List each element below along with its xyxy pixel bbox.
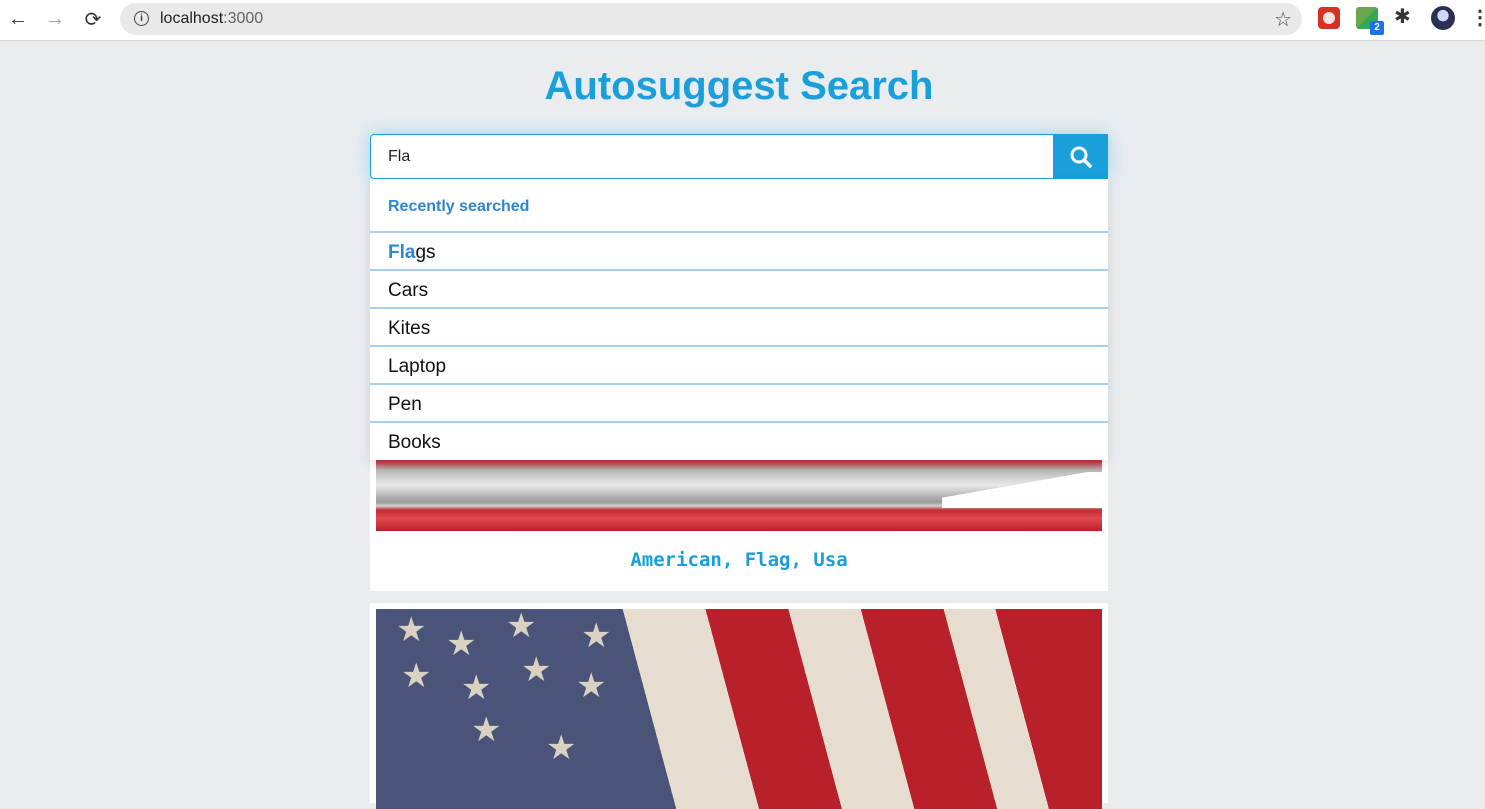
flag-star-icon: ★ <box>521 651 552 689</box>
suggestion-item[interactable]: Books <box>370 423 1108 460</box>
flag-star-icon: ★ <box>446 625 477 663</box>
suggestion-match: Fla <box>388 242 416 263</box>
result-card[interactable]: American, Flag, Usa <box>370 440 1108 591</box>
search-bar <box>370 134 1108 179</box>
result-card[interactable]: ★ ★ ★ ★ ★ ★ ★ ★ ★ ★ <box>370 603 1108 809</box>
suggestion-item[interactable]: Laptop <box>370 347 1108 385</box>
reload-icon[interactable]: ⟳ <box>80 6 106 32</box>
suggestion-item[interactable]: Pen <box>370 385 1108 423</box>
flag-star-icon: ★ <box>396 611 427 649</box>
flag-star-icon: ★ <box>581 617 612 655</box>
browser-toolbar: ← → ⟳ i localhost:3000 ☆ 2 ✱ ⋮ <box>0 0 1485 41</box>
menu-kebab-icon[interactable]: ⋮ <box>1470 5 1485 30</box>
suggestion-rest: Kites <box>388 318 431 339</box>
suggestion-rest: Laptop <box>388 356 447 377</box>
suggestion-item[interactable]: Flags <box>370 233 1108 271</box>
extension-icon-red[interactable] <box>1318 7 1340 29</box>
url-host: localhost <box>160 10 224 27</box>
page-title: Autosuggest Search <box>544 64 934 108</box>
url-port: :3000 <box>223 10 264 27</box>
extensions-puzzle-icon[interactable]: ✱ <box>1394 4 1411 29</box>
search-icon <box>1070 146 1092 168</box>
suggestion-rest: gs <box>415 242 436 263</box>
suggestion-rest: Cars <box>388 280 429 301</box>
flag-star-icon: ★ <box>546 729 577 767</box>
suggestion-rest: Pen <box>388 394 422 415</box>
flag-star-icon: ★ <box>471 711 502 749</box>
info-icon[interactable]: i <box>134 11 149 26</box>
back-arrow-icon[interactable]: ← <box>5 6 31 32</box>
bookmark-star-icon[interactable]: ☆ <box>1274 7 1292 32</box>
recently-searched-header: Recently searched <box>370 179 1108 233</box>
search-button[interactable] <box>1054 134 1108 179</box>
suggestion-rest: Books <box>388 432 441 453</box>
flag-star-icon: ★ <box>506 609 537 645</box>
search-input[interactable] <box>370 134 1054 179</box>
suggestions-dropdown: Recently searched Flags Cars Kites Lapto… <box>370 179 1108 460</box>
profile-avatar[interactable] <box>1431 6 1455 30</box>
extension-icon-green[interactable]: 2 <box>1356 7 1384 35</box>
address-bar[interactable]: i localhost:3000 ☆ <box>120 3 1302 35</box>
url-text[interactable]: localhost:3000 <box>160 10 263 28</box>
extension-badge: 2 <box>1370 21 1384 35</box>
flag-star-icon: ★ <box>576 667 607 705</box>
result-caption: American, Flag, Usa <box>630 549 848 571</box>
flag-star-icon: ★ <box>401 657 432 695</box>
forward-arrow-icon[interactable]: → <box>42 6 68 32</box>
suggestion-item[interactable]: Cars <box>370 271 1108 309</box>
flag-star-icon: ★ <box>461 669 492 707</box>
result-image-flag-stars[interactable]: ★ ★ ★ ★ ★ ★ ★ ★ ★ ★ <box>376 609 1102 809</box>
suggestion-item[interactable]: Kites <box>370 309 1108 347</box>
